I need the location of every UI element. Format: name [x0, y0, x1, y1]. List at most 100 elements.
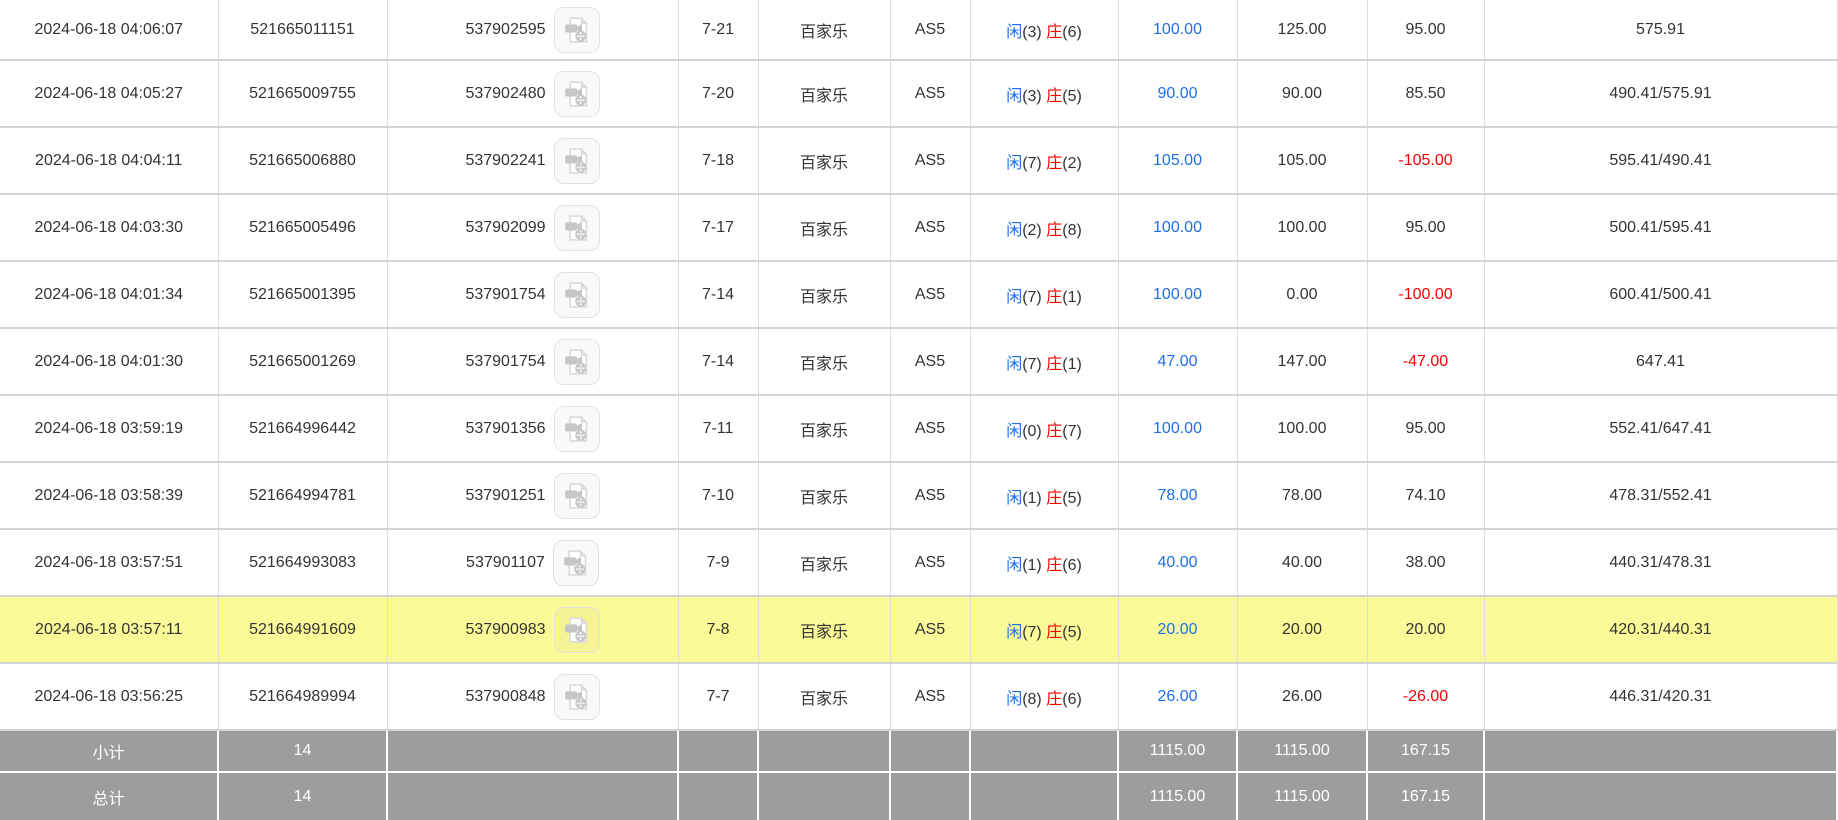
win-loss: 95.00	[1367, 0, 1484, 60]
bet-records-table: 2024-06-18 04:06:07 521665011151 5379025…	[0, 0, 1838, 820]
table-row[interactable]: 2024-06-18 04:04:11 521665006880 5379022…	[0, 127, 1837, 194]
bet-time: 2024-06-18 03:57:11	[0, 596, 218, 663]
order-id: 521664991609	[218, 596, 387, 663]
round-id-cell: 537902595	[387, 0, 678, 60]
valid-amount: 40.00	[1237, 529, 1367, 596]
bet-amount-link[interactable]: 90.00	[1118, 60, 1237, 127]
video-replay-button[interactable]	[554, 473, 600, 519]
banker-label: 庄	[1046, 222, 1062, 239]
valid-amount: 20.00	[1237, 596, 1367, 663]
player-label: 闲	[1006, 423, 1022, 440]
valid-amount: 90.00	[1237, 60, 1367, 127]
bet-time: 2024-06-18 03:59:19	[0, 395, 218, 462]
video-replay-button[interactable]	[554, 138, 600, 184]
player-count: (7)	[1022, 624, 1042, 641]
win-loss: -47.00	[1367, 328, 1484, 395]
valid-amount: 0.00	[1237, 261, 1367, 328]
bet-time: 2024-06-18 04:04:11	[0, 127, 218, 194]
table-row[interactable]: 2024-06-18 03:56:25 521664989994 5379008…	[0, 663, 1837, 730]
win-loss: 85.50	[1367, 60, 1484, 127]
video-replay-button[interactable]	[554, 272, 600, 318]
table-code: AS5	[890, 462, 970, 529]
bet-amount-link[interactable]: 100.00	[1118, 261, 1237, 328]
bet-time: 2024-06-18 04:01:30	[0, 328, 218, 395]
bet-amount-link[interactable]: 40.00	[1118, 529, 1237, 596]
bet-amount-link[interactable]: 47.00	[1118, 328, 1237, 395]
game-type: 百家乐	[758, 395, 890, 462]
player-count: (1)	[1022, 490, 1042, 507]
valid-amount: 100.00	[1237, 395, 1367, 462]
video-icon	[562, 79, 592, 109]
win-loss: 95.00	[1367, 194, 1484, 261]
round-id-cell: 537901251	[387, 462, 678, 529]
balance: 575.91	[1484, 0, 1837, 60]
video-replay-button[interactable]	[554, 7, 600, 53]
bet-amount-link[interactable]: 100.00	[1118, 0, 1237, 60]
round-id: 537901251	[465, 487, 545, 505]
valid-amount: 26.00	[1237, 663, 1367, 730]
bet-time: 2024-06-18 04:06:07	[0, 0, 218, 60]
table-row[interactable]: 2024-06-18 03:57:51 521664993083 5379011…	[0, 529, 1837, 596]
video-replay-button[interactable]	[553, 540, 599, 586]
win-loss: 38.00	[1367, 529, 1484, 596]
bet-amount-link[interactable]: 78.00	[1118, 462, 1237, 529]
bet-amount-link[interactable]: 100.00	[1118, 395, 1237, 462]
table-row[interactable]: 2024-06-18 04:06:07 521665011151 5379025…	[0, 0, 1837, 60]
balance: 420.31/440.31	[1484, 596, 1837, 663]
table-code: AS5	[890, 194, 970, 261]
bet-amount-link[interactable]: 100.00	[1118, 194, 1237, 261]
order-id: 521665006880	[218, 127, 387, 194]
win-loss: 95.00	[1367, 395, 1484, 462]
video-replay-button[interactable]	[554, 205, 600, 251]
round-id-cell: 537902099	[387, 194, 678, 261]
game-type: 百家乐	[758, 60, 890, 127]
player-label: 闲	[1006, 691, 1022, 708]
table-code: AS5	[890, 328, 970, 395]
table-row[interactable]: 2024-06-18 04:05:27 521665009755 5379024…	[0, 60, 1837, 127]
table-row[interactable]: 2024-06-18 03:58:39 521664994781 5379012…	[0, 462, 1837, 529]
round-id-cell: 537901754	[387, 328, 678, 395]
banker-count: (1)	[1062, 289, 1082, 306]
player-count: (8)	[1022, 691, 1042, 708]
table-row[interactable]: 2024-06-18 03:57:11 521664991609 5379009…	[0, 596, 1837, 663]
table-row[interactable]: 2024-06-18 03:59:19 521664996442 5379013…	[0, 395, 1837, 462]
video-replay-button[interactable]	[554, 71, 600, 117]
round-id: 537902241	[465, 152, 545, 170]
total-row: 总计 14 1115.00 1115.00 167.15	[0, 772, 1837, 820]
player-label: 闲	[1006, 356, 1022, 373]
table-code: AS5	[890, 261, 970, 328]
balance: 478.31/552.41	[1484, 462, 1837, 529]
game-result: 闲(7) 庄(1)	[970, 328, 1118, 395]
video-replay-button[interactable]	[554, 607, 600, 653]
table-row[interactable]: 2024-06-18 04:03:30 521665005496 5379020…	[0, 194, 1837, 261]
round-id-cell: 537901356	[387, 395, 678, 462]
game-type: 百家乐	[758, 261, 890, 328]
balance: 500.41/595.41	[1484, 194, 1837, 261]
balance: 595.41/490.41	[1484, 127, 1837, 194]
table-row[interactable]: 2024-06-18 04:01:34 521665001395 5379017…	[0, 261, 1837, 328]
bet-amount-link[interactable]: 105.00	[1118, 127, 1237, 194]
video-replay-button[interactable]	[554, 339, 600, 385]
round-number: 7-20	[678, 60, 758, 127]
player-label: 闲	[1006, 624, 1022, 641]
subtotal-valid: 1115.00	[1237, 730, 1367, 772]
banker-label: 庄	[1046, 557, 1062, 574]
player-label: 闲	[1006, 490, 1022, 507]
player-count: (3)	[1022, 24, 1042, 41]
game-type: 百家乐	[758, 328, 890, 395]
bet-amount-link[interactable]: 26.00	[1118, 663, 1237, 730]
round-id: 537901356	[465, 420, 545, 438]
table-row[interactable]: 2024-06-18 04:01:30 521665001269 5379017…	[0, 328, 1837, 395]
banker-label: 庄	[1046, 691, 1062, 708]
bet-amount-link[interactable]: 20.00	[1118, 596, 1237, 663]
order-id: 521665005496	[218, 194, 387, 261]
player-count: (7)	[1022, 289, 1042, 306]
win-loss: -100.00	[1367, 261, 1484, 328]
banker-label: 庄	[1046, 423, 1062, 440]
game-type: 百家乐	[758, 0, 890, 60]
game-result: 闲(3) 庄(5)	[970, 60, 1118, 127]
video-replay-button[interactable]	[554, 674, 600, 720]
video-icon	[562, 15, 592, 45]
video-replay-button[interactable]	[554, 406, 600, 452]
round-id-cell: 537901107	[387, 529, 678, 596]
